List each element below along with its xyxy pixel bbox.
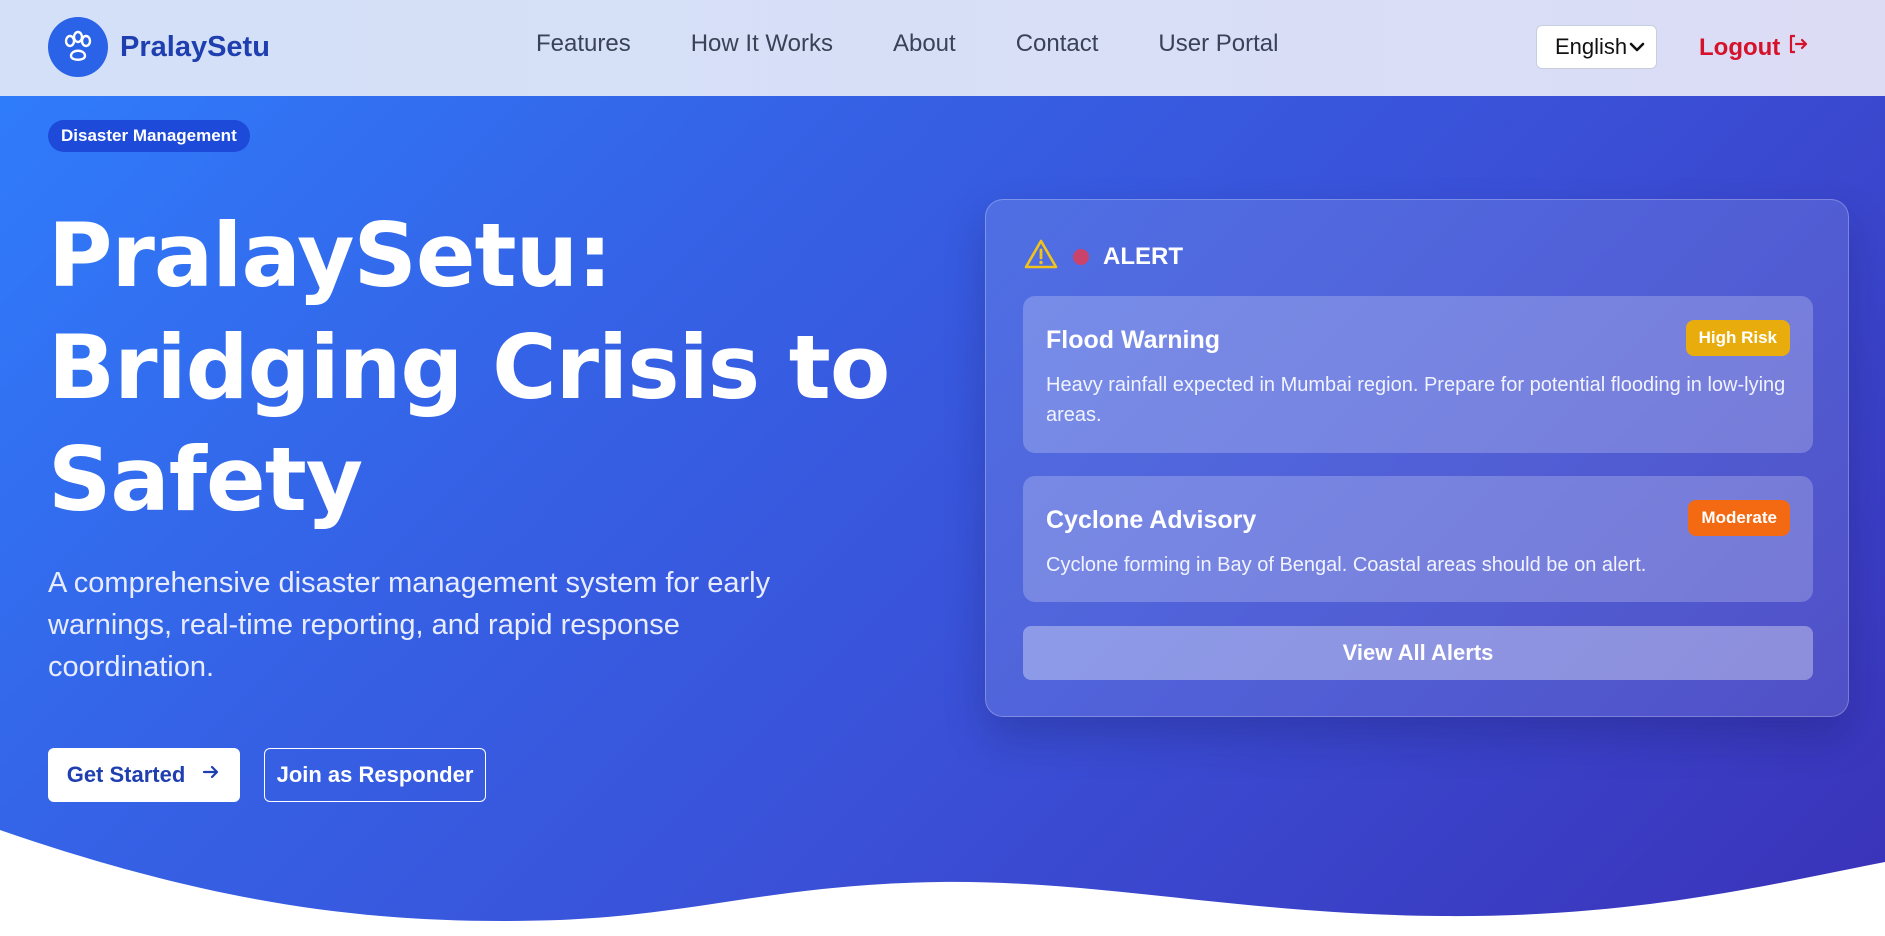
- alert-heading: ALERT: [1103, 242, 1183, 270]
- nav-contact[interactable]: Contact: [1016, 30, 1099, 58]
- nav-features[interactable]: Features: [536, 30, 631, 58]
- main-nav: Features How It Works About Contact User…: [536, 30, 1338, 58]
- nav-about[interactable]: About: [893, 30, 956, 58]
- alert-panel: ALERT Flood Warning High Risk Heavy rain…: [985, 199, 1849, 717]
- alert-description: Heavy rainfall expected in Mumbai region…: [1046, 374, 1786, 426]
- alert-item-cyclone[interactable]: Cyclone Advisory Moderate Cyclone formin…: [1023, 476, 1813, 602]
- alert-header: ALERT: [1023, 238, 1183, 275]
- join-responder-button[interactable]: Join as Responder: [264, 748, 486, 802]
- wave-divider: [0, 830, 1885, 936]
- hero-subtitle: A comprehensive disaster management syst…: [48, 567, 771, 683]
- warning-triangle-icon: [1023, 238, 1059, 275]
- alert-description: Cyclone forming in Bay of Bengal. Coasta…: [1046, 554, 1647, 576]
- logout-button[interactable]: Logout: [1699, 32, 1810, 63]
- alert-title: Cyclone Advisory: [1046, 506, 1257, 534]
- hero-title-line-3: Safety: [48, 428, 363, 531]
- arrow-right-icon: [185, 762, 221, 788]
- join-responder-label: Join as Responder: [276, 762, 474, 787]
- get-started-label: Get Started: [66, 762, 186, 787]
- hero-title-line-1: PralaySetu:: [48, 204, 612, 307]
- logout-label: Logout: [1699, 33, 1781, 61]
- paw-logo-icon: [48, 17, 108, 77]
- brand[interactable]: PralaySetu: [48, 17, 270, 77]
- view-all-alerts-button[interactable]: View All Alerts: [1023, 626, 1813, 680]
- chevron-down-icon: [1628, 36, 1646, 64]
- nav-how-it-works[interactable]: How It Works: [691, 30, 833, 58]
- live-indicator-dot: [1073, 248, 1089, 265]
- hero-title-line-2: Bridging Crisis to: [48, 316, 890, 419]
- hero-title: PralaySetu: Bridging Crisis to Safety: [48, 200, 908, 536]
- logout-icon: [1780, 32, 1810, 63]
- category-tag: Disaster Management: [48, 120, 250, 152]
- risk-badge-moderate: Moderate: [1688, 500, 1790, 536]
- language-value: English: [1555, 34, 1628, 59]
- top-navbar: PralaySetu Features How It Works About C…: [0, 0, 1885, 96]
- risk-badge-high: High Risk: [1685, 320, 1790, 356]
- brand-name: PralaySetu: [120, 30, 270, 63]
- hero-section: Disaster Management PralaySetu: Bridging…: [0, 96, 1885, 936]
- language-select[interactable]: English: [1536, 25, 1657, 69]
- get-started-button[interactable]: Get Started: [48, 748, 240, 802]
- alert-item-flood[interactable]: Flood Warning High Risk Heavy rainfall e…: [1023, 296, 1813, 453]
- nav-user-portal[interactable]: User Portal: [1158, 30, 1278, 58]
- alert-title: Flood Warning: [1046, 326, 1221, 354]
